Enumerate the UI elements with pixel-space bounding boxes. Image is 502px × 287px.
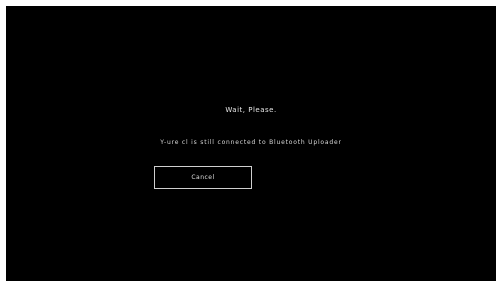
- dialog-title: Wait, Please.: [225, 106, 277, 114]
- dialog-message: Y-ure cl is still connected to Bluetooth…: [160, 139, 342, 146]
- app-screen: Wait, Please. Y-ure cl is still connecte…: [6, 6, 496, 281]
- cancel-button[interactable]: Cancel: [154, 166, 252, 189]
